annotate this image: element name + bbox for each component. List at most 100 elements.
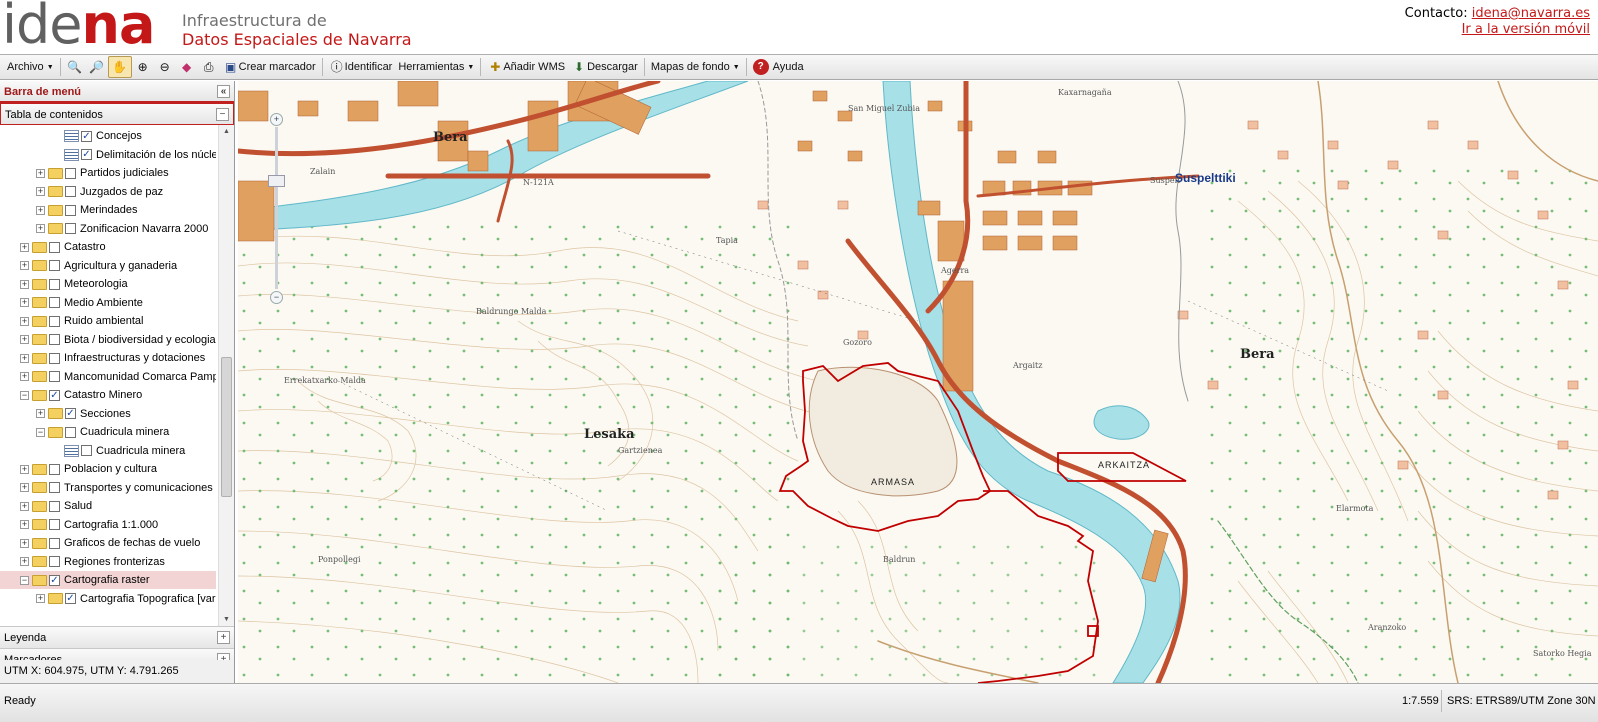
- tree-item[interactable]: + Biota / biodiversidad y ecologia: [0, 331, 216, 349]
- expand-icon[interactable]: +: [217, 631, 230, 644]
- expand-icon[interactable]: +: [20, 335, 29, 344]
- tree-item[interactable]: + Merindades: [0, 201, 216, 219]
- zoom-plus-icon[interactable]: +: [270, 113, 283, 126]
- leyenda-panel-header[interactable]: Leyenda +: [0, 627, 234, 649]
- descargar-button[interactable]: ⬇ Descargar: [568, 56, 641, 78]
- expand-icon[interactable]: +: [36, 205, 45, 215]
- herramientas-menu[interactable]: Herramientas ▼: [395, 56, 477, 78]
- layer-checkbox[interactable]: ✓: [81, 149, 92, 160]
- tree-item[interactable]: − ✓ Catastro Minero: [0, 386, 216, 404]
- tree-item[interactable]: + Ruido ambiental: [0, 312, 216, 330]
- mobile-version-link[interactable]: Ir a la versión móvil: [1462, 22, 1590, 37]
- print-button[interactable]: ⎙: [198, 56, 220, 78]
- tree-item[interactable]: + Zonificacion Navarra 2000: [0, 220, 216, 238]
- expand-icon[interactable]: +: [20, 501, 29, 511]
- layer-checkbox[interactable]: ✓: [65, 593, 76, 604]
- layer-checkbox[interactable]: [81, 445, 92, 456]
- collapse-left-icon[interactable]: «: [217, 85, 230, 98]
- tree-item[interactable]: + Poblacion y cultura: [0, 460, 216, 478]
- identificar-button[interactable]: ⓘ Identificar: [326, 56, 396, 78]
- layer-checkbox[interactable]: ✓: [49, 389, 60, 401]
- scroll-up-icon[interactable]: ▲: [219, 125, 234, 139]
- layer-checkbox[interactable]: [49, 500, 60, 512]
- tree-item[interactable]: + Cartografia 1:1.000: [0, 516, 216, 534]
- zoom-previous-button[interactable]: ⊕: [132, 56, 154, 78]
- toc-panel-header[interactable]: Tabla de contenidos −: [0, 103, 234, 125]
- tree-item[interactable]: + Agricultura y ganaderia: [0, 257, 216, 275]
- scroll-down-icon[interactable]: ▼: [219, 613, 234, 626]
- layer-checkbox[interactable]: [65, 426, 76, 438]
- tree-item[interactable]: Cuadricula minera: [0, 442, 216, 460]
- tree-item[interactable]: + Regiones fronterizas: [0, 553, 216, 571]
- layer-checkbox[interactable]: [49, 519, 60, 530]
- expand-icon[interactable]: +: [20, 261, 29, 270]
- layer-checkbox[interactable]: [49, 352, 60, 364]
- tree-item[interactable]: + Infraestructuras y dotaciones: [0, 349, 216, 367]
- zoom-next-button[interactable]: ⊖: [154, 56, 176, 78]
- map-view[interactable]: + − Bera Suspelttiki Bera Lesaka ARMASA …: [238, 81, 1598, 683]
- layer-checkbox[interactable]: ✓: [65, 408, 76, 419]
- expand-icon[interactable]: +: [20, 464, 29, 474]
- expand-icon[interactable]: +: [36, 224, 45, 233]
- layer-checkbox[interactable]: [65, 186, 76, 197]
- expand-icon[interactable]: +: [36, 168, 45, 178]
- collapse-icon[interactable]: −: [20, 390, 29, 400]
- tree-item[interactable]: + Medio Ambiente: [0, 294, 216, 312]
- expand-icon[interactable]: +: [36, 594, 45, 603]
- tree-item[interactable]: − ✓ Cartografia raster: [0, 571, 216, 589]
- expand-icon[interactable]: +: [20, 298, 29, 307]
- expand-icon[interactable]: +: [20, 242, 29, 252]
- zoom-slider[interactable]: + −: [268, 113, 285, 305]
- zoom-track[interactable]: [275, 127, 278, 289]
- layer-checkbox[interactable]: [65, 167, 76, 179]
- collapse-icon[interactable]: −: [20, 575, 29, 585]
- tree-item[interactable]: + ✓ Secciones: [0, 405, 216, 423]
- zoom-thumb[interactable]: [268, 175, 285, 187]
- tree-item[interactable]: + Mancomunidad Comarca Pamplona: [0, 368, 216, 386]
- layer-checkbox[interactable]: [49, 278, 60, 290]
- layer-checkbox[interactable]: [49, 334, 60, 345]
- expand-icon[interactable]: +: [20, 538, 29, 548]
- eraser-button[interactable]: ◆: [176, 56, 198, 78]
- layer-checkbox[interactable]: [49, 556, 60, 567]
- tree-item[interactable]: + Catastro: [0, 238, 216, 256]
- archivo-menu[interactable]: Archivo ▼: [4, 56, 57, 78]
- layer-checkbox[interactable]: [49, 241, 60, 253]
- zoom-in-button[interactable]: 🔍: [64, 56, 86, 78]
- scroll-thumb[interactable]: [221, 357, 232, 497]
- collapse-icon[interactable]: −: [36, 427, 45, 437]
- tree-item[interactable]: − Cuadricula minera: [0, 423, 216, 441]
- ayuda-button[interactable]: ? Ayuda: [750, 56, 807, 78]
- layer-checkbox[interactable]: ✓: [49, 574, 60, 586]
- tree-item[interactable]: + Transportes y comunicaciones: [0, 479, 216, 497]
- tree-item[interactable]: + Salud: [0, 497, 216, 515]
- anadir-wms-button[interactable]: ✚ Añadir WMS: [484, 56, 568, 78]
- expand-icon[interactable]: +: [20, 557, 29, 566]
- expand-icon[interactable]: +: [36, 187, 45, 196]
- expand-icon[interactable]: +: [20, 316, 29, 326]
- crear-marcador-button[interactable]: ▣ Crear marcador: [220, 56, 319, 78]
- layer-checkbox[interactable]: [49, 463, 60, 475]
- layer-checkbox[interactable]: [49, 315, 60, 327]
- layer-checkbox[interactable]: [65, 223, 76, 234]
- tree-item[interactable]: + Partidos judiciales: [0, 164, 216, 182]
- layer-checkbox[interactable]: [65, 204, 76, 216]
- zoom-minus-icon[interactable]: −: [270, 291, 283, 304]
- layer-checkbox[interactable]: [49, 297, 60, 308]
- tree-item[interactable]: + Juzgados de paz: [0, 183, 216, 201]
- layer-checkbox[interactable]: [49, 482, 60, 493]
- tree-item[interactable]: ✓ Delimitación de los núcleos: [0, 146, 216, 164]
- expand-icon[interactable]: +: [20, 520, 29, 529]
- collapse-icon[interactable]: −: [216, 108, 229, 121]
- layer-checkbox[interactable]: [49, 537, 60, 549]
- contact-email-link[interactable]: idena@navarra.es: [1472, 6, 1590, 21]
- zoom-out-button[interactable]: 🔎: [86, 56, 108, 78]
- tree-item[interactable]: + Graficos de fechas de vuelo: [0, 534, 216, 552]
- tree-item[interactable]: + ✓ Cartografia Topografica [varias]: [0, 590, 216, 608]
- expand-icon[interactable]: +: [20, 483, 29, 492]
- tree-item[interactable]: + Meteorologia: [0, 275, 216, 293]
- layer-checkbox[interactable]: ✓: [81, 130, 92, 142]
- tree-item[interactable]: ✓ Concejos: [0, 127, 216, 145]
- pan-button[interactable]: ✋: [107, 56, 132, 78]
- mapas-fondo-menu[interactable]: Mapas de fondo ▼: [648, 56, 743, 78]
